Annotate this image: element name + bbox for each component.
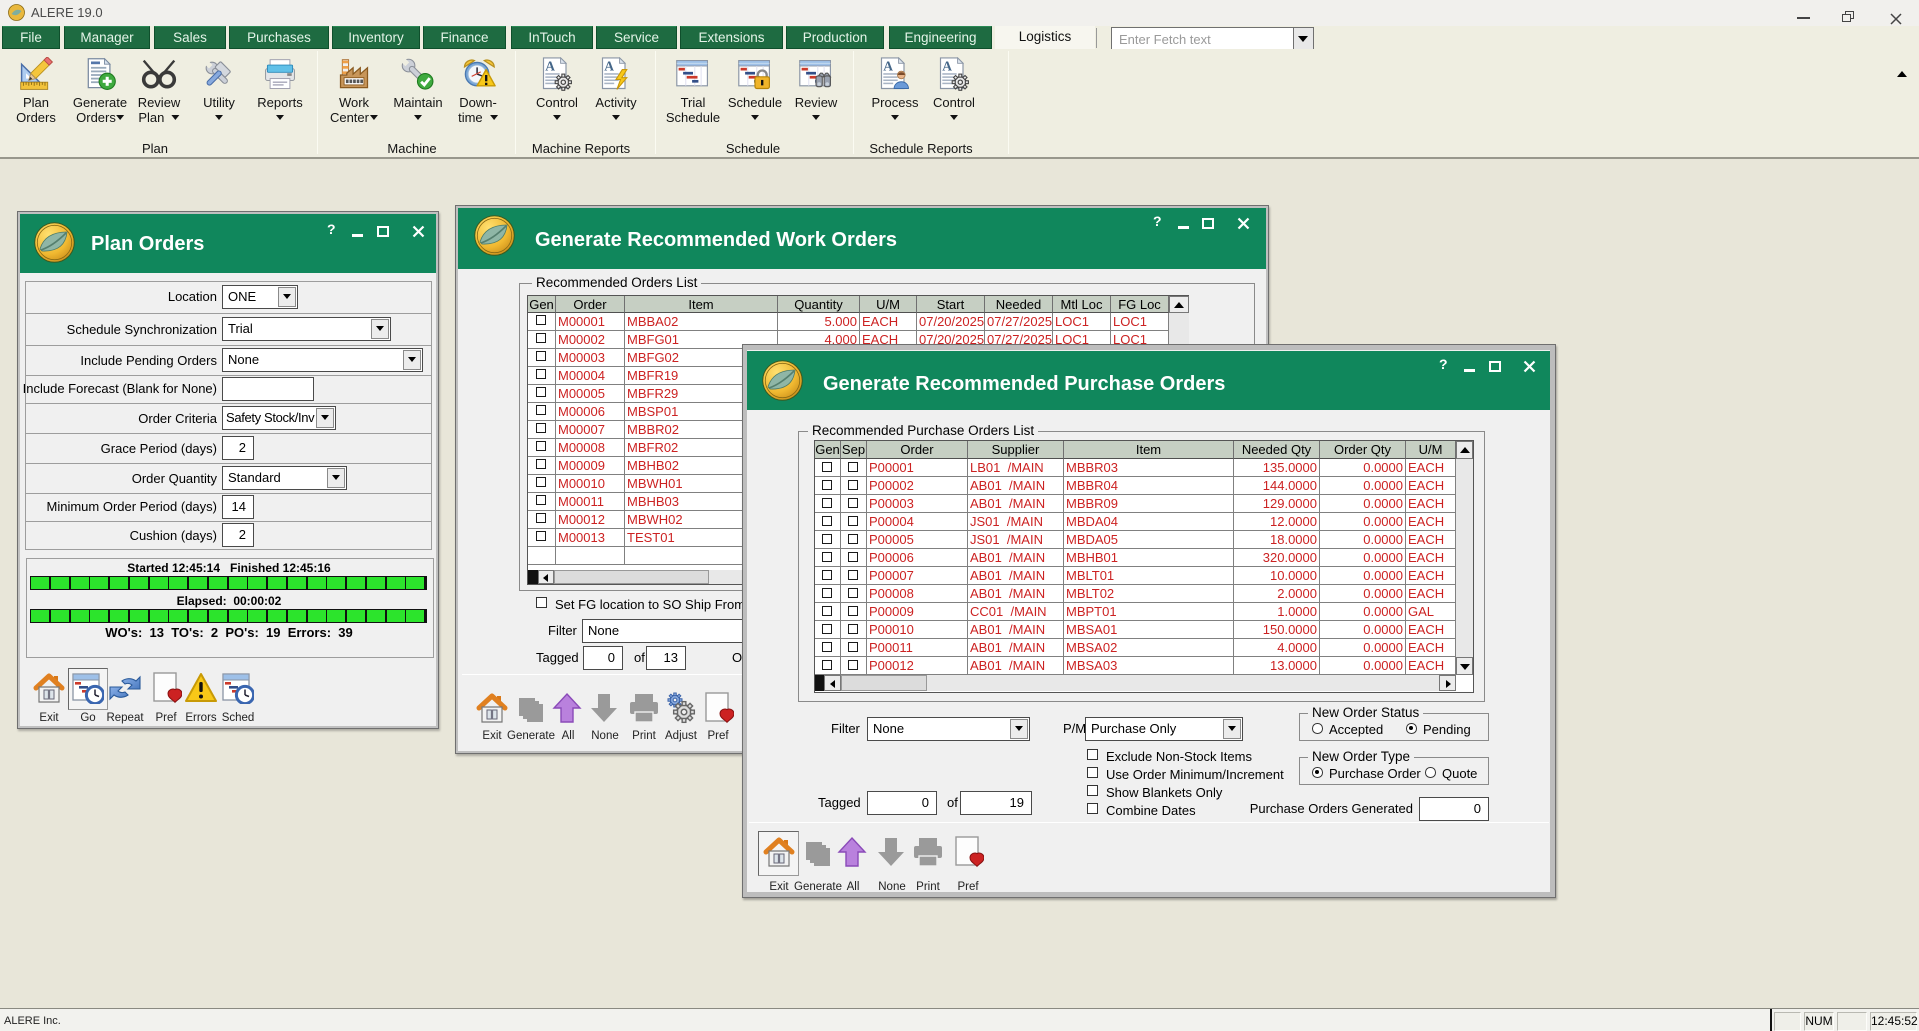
svg-text:A: A <box>604 59 614 74</box>
svg-text:A: A <box>883 59 893 74</box>
svg-text:A: A <box>942 59 952 74</box>
svg-text:A: A <box>545 59 555 74</box>
